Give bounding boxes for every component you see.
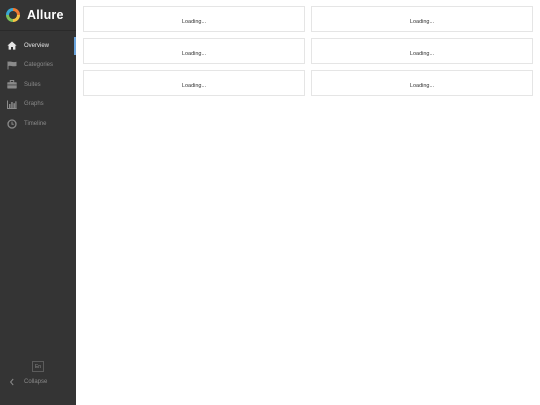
sidebar-item-label: Timeline — [24, 120, 47, 127]
sidebar-item-graphs[interactable]: Graphs — [0, 95, 76, 115]
sidebar: Allure Overview Categories Suites Graphs — [0, 0, 76, 405]
allure-logo-icon — [6, 8, 20, 22]
chevron-left-icon — [7, 377, 17, 387]
sidebar-nav: Overview Categories Suites Graphs Timeli… — [0, 36, 76, 134]
sidebar-item-label: Suites — [24, 81, 41, 88]
sidebar-item-timeline[interactable]: Timeline — [0, 114, 76, 134]
widget-card: Loading... — [83, 38, 305, 64]
bar-chart-icon — [7, 99, 17, 109]
briefcase-icon — [7, 80, 17, 90]
widget-loading-text: Loading... — [181, 50, 207, 57]
flag-icon — [7, 60, 17, 70]
sidebar-item-categories[interactable]: Categories — [0, 56, 76, 76]
collapse-label: Collapse — [24, 379, 48, 385]
collapse-button[interactable]: Collapse — [7, 377, 47, 387]
sidebar-item-label: Overview — [24, 42, 50, 49]
home-icon — [7, 41, 17, 51]
widget-card: Loading... — [311, 6, 533, 32]
widget-loading-text: Loading... — [409, 82, 435, 89]
clock-icon — [7, 119, 17, 129]
widget-loading-text: Loading... — [409, 18, 435, 25]
sidebar-item-label: Categories — [24, 62, 54, 69]
sidebar-item-overview[interactable]: Overview — [0, 36, 76, 56]
sidebar-item-suites[interactable]: Suites — [0, 75, 76, 95]
overview-main: Loading... Loading... Loading... Loading… — [76, 0, 540, 405]
widget-card: Loading... — [83, 6, 305, 32]
widget-loading-text: Loading... — [181, 82, 207, 89]
widget-loading-text: Loading... — [181, 18, 207, 25]
brand[interactable]: Allure — [0, 0, 76, 31]
widget-loading-text: Loading... — [409, 50, 435, 57]
brand-name: Allure — [27, 8, 64, 22]
widget-card: Loading... — [83, 70, 305, 96]
language-selector[interactable]: En — [32, 361, 44, 372]
sidebar-item-label: Graphs — [24, 101, 44, 108]
widget-card: Loading... — [311, 70, 533, 96]
widget-card: Loading... — [311, 38, 533, 64]
